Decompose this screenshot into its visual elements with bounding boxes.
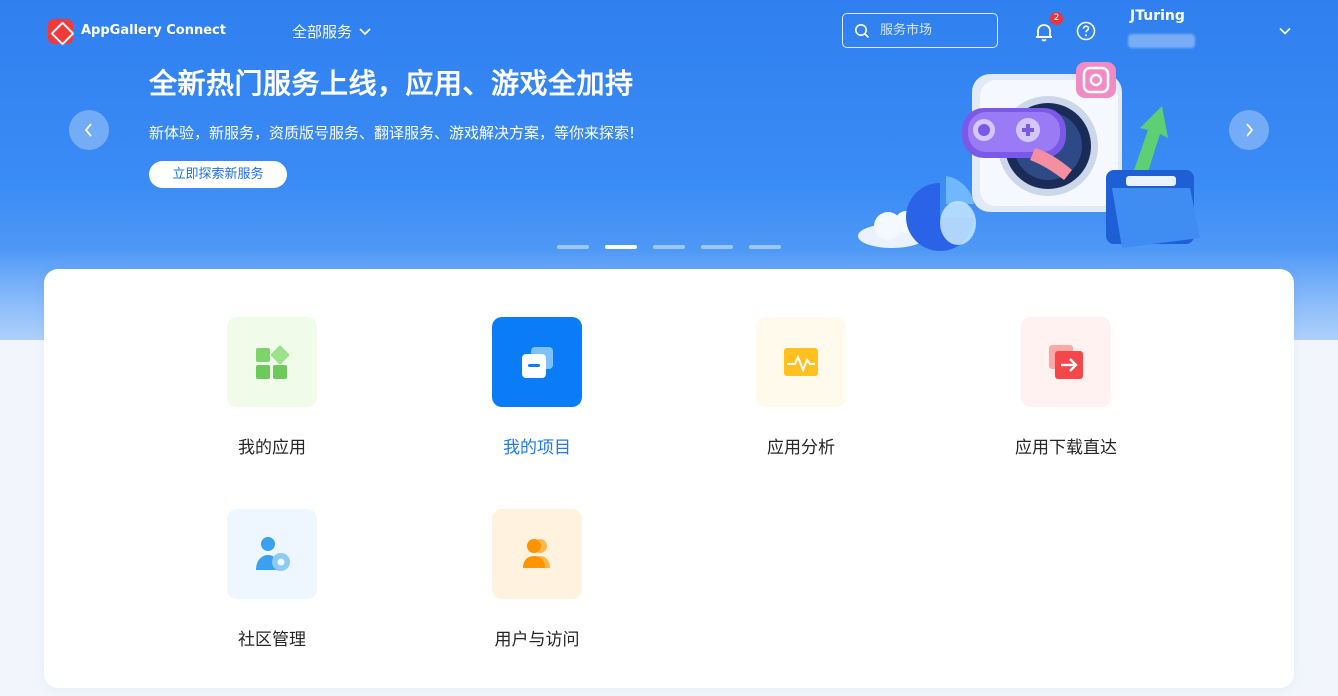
banner-subtitle: 新体验，新服务，资质版号服务、翻译服务、游戏解决方案，等你来探索! — [149, 124, 636, 142]
analytics-pulse-icon — [784, 348, 818, 376]
project-layers-icon — [522, 347, 553, 378]
service-label: 社区管理 — [238, 630, 306, 650]
notification-count-badge: 2 — [1050, 12, 1063, 25]
service-icon-box — [227, 509, 317, 599]
user-menu-chevron-down-icon[interactable] — [1278, 24, 1292, 38]
service-tile-app-download-direct[interactable]: 应用下载直达 — [966, 317, 1166, 458]
search-input[interactable] — [880, 23, 990, 38]
download-direct-icon — [1049, 345, 1083, 379]
pie-chart-shape — [906, 176, 976, 251]
service-tile-users-access[interactable]: 用户与访问 — [437, 509, 637, 650]
service-market-search[interactable] — [842, 13, 998, 48]
service-label: 应用下载直达 — [1015, 438, 1117, 458]
service-tile-app-analytics[interactable]: 应用分析 — [701, 317, 901, 458]
service-icon-box — [492, 509, 582, 599]
banner-dot-3[interactable] — [653, 245, 685, 249]
service-icon-box — [1021, 317, 1111, 407]
all-services-label: 全部服务 — [292, 23, 353, 41]
users-access-icon — [523, 539, 550, 568]
banner-title: 全新热门服务上线，应用、游戏全加持 — [149, 67, 634, 100]
service-label: 用户与访问 — [494, 630, 580, 650]
banner-prev-button[interactable] — [69, 110, 109, 150]
top-navigation-bar: AppGallery Connect 全部服务 2 JTuring — [0, 0, 1338, 62]
banner-dot-4[interactable] — [701, 245, 733, 249]
username[interactable]: JTuring — [1130, 8, 1185, 24]
banner-dot-2[interactable] — [605, 245, 637, 249]
chevron-left-icon — [84, 123, 92, 137]
explore-new-services-button[interactable]: 立即探索新服务 — [149, 161, 287, 188]
service-label: 应用分析 — [767, 438, 835, 458]
banner-dot-5[interactable] — [749, 245, 781, 249]
notification-bell-icon[interactable] — [1033, 21, 1055, 43]
chevron-down-icon — [359, 27, 371, 35]
growth-arrow-shape — [1132, 106, 1168, 178]
service-icon-box — [492, 317, 582, 407]
service-label: 我的项目 — [503, 438, 571, 458]
folder-shape — [1106, 170, 1200, 248]
all-services-menu[interactable]: 全部服务 — [292, 21, 372, 42]
banner-next-button[interactable] — [1229, 110, 1269, 150]
service-icon-box — [756, 317, 846, 407]
community-user-gear-icon — [256, 537, 290, 571]
banner-illustration — [858, 62, 1200, 251]
grid-apps-icon — [256, 345, 290, 379]
help-question-icon[interactable] — [1076, 21, 1096, 41]
camera-badge-shape — [1076, 62, 1116, 98]
service-label: 我的应用 — [238, 438, 306, 458]
service-icon-box — [227, 317, 317, 407]
banner-pagination — [557, 245, 781, 249]
search-icon — [855, 23, 870, 38]
service-tile-my-projects[interactable]: 我的项目 — [437, 317, 637, 458]
appgallery-logo-icon[interactable] — [48, 19, 73, 44]
chevron-right-icon — [1246, 123, 1254, 137]
service-tile-community-management[interactable]: 社区管理 — [172, 509, 372, 650]
service-tile-my-apps[interactable]: 我的应用 — [172, 317, 372, 458]
brand-name: AppGallery Connect — [81, 23, 226, 38]
services-card: 我的应用 我的项目 应用分析 应用下载直达 社区管理 用户与访问 — [44, 269, 1294, 688]
user-account-id-blurred — [1128, 34, 1195, 48]
banner-dot-1[interactable] — [557, 245, 589, 249]
